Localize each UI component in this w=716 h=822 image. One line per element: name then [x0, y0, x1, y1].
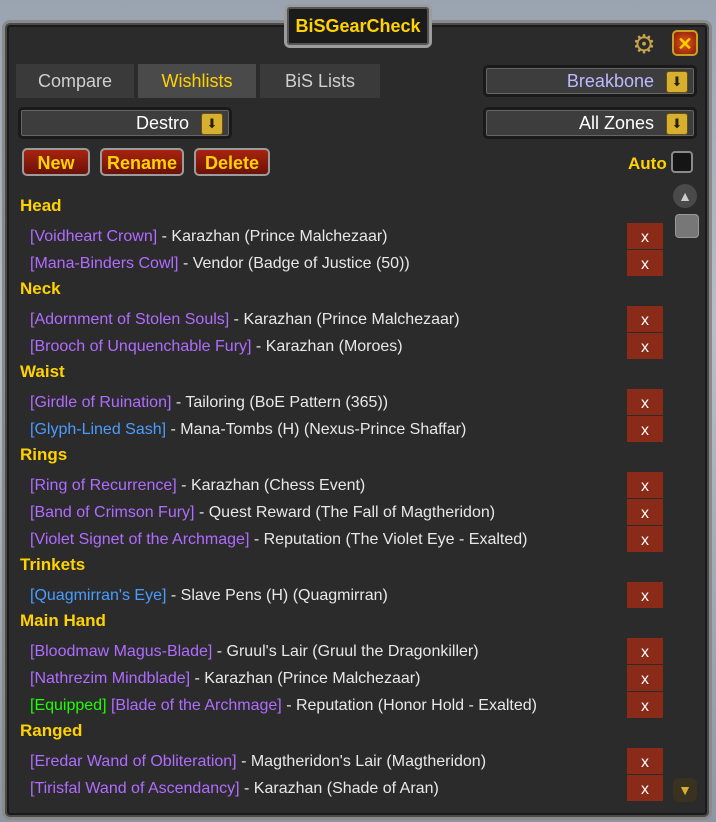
- item-source: - Magtheridon's Lair (Magtheridon): [236, 753, 487, 770]
- close-button[interactable]: ✕: [672, 30, 698, 56]
- wishlist-row: [Girdle of Ruination] - Tailoring (BoE P…: [20, 389, 663, 416]
- wishlist-row: [Mana-Binders Cowl] - Vendor (Badge of J…: [20, 250, 663, 277]
- item-source: - Mana-Tombs (H) (Nexus-Prince Shaffar): [166, 421, 467, 438]
- wishlist-row: [Equipped] [Blade of the Archmage] - Rep…: [20, 692, 663, 719]
- remove-item-button[interactable]: x: [627, 333, 663, 359]
- auto-label: Auto: [628, 154, 667, 173]
- remove-item-button[interactable]: x: [627, 416, 663, 442]
- category-header: Neck: [20, 279, 61, 298]
- wishlist-row: [Nathrezim Mindblade] - Karazhan (Prince…: [20, 665, 663, 692]
- wishlist-row: [Band of Crimson Fury] - Quest Reward (T…: [20, 499, 663, 526]
- category-header: Main Hand: [20, 611, 106, 630]
- item-link[interactable]: [Bloodmaw Magus-Blade]: [30, 643, 212, 660]
- tab-wishlists[interactable]: Wishlists: [138, 64, 256, 98]
- item-source: - Slave Pens (H) (Quagmirran): [166, 587, 388, 604]
- category-header: Waist: [20, 362, 65, 381]
- category-header: Ranged: [20, 721, 83, 740]
- wishlist-row: [Adornment of Stolen Souls] - Karazhan (…: [20, 306, 663, 333]
- settings-gear-icon[interactable]: ⚙: [630, 30, 658, 58]
- item-source: - Karazhan (Chess Event): [176, 477, 366, 494]
- remove-item-button[interactable]: x: [627, 389, 663, 415]
- wishlist-row: [Eredar Wand of Obliteration] - Magtheri…: [20, 748, 663, 775]
- item-source: - Gruul's Lair (Gruul the Dragonkiller): [212, 643, 479, 660]
- item-link[interactable]: [Girdle of Ruination]: [30, 394, 171, 411]
- item-link[interactable]: [Glyph-Lined Sash]: [30, 421, 166, 438]
- remove-item-button[interactable]: x: [627, 223, 663, 249]
- item-link[interactable]: [Voidheart Crown]: [30, 228, 157, 245]
- category-header: Head: [20, 196, 62, 215]
- remove-item-button[interactable]: x: [627, 526, 663, 552]
- remove-item-button[interactable]: x: [627, 472, 663, 498]
- wishlist-dropdown[interactable]: Destro ⬇: [18, 107, 232, 139]
- delete-button[interactable]: Delete: [194, 148, 270, 176]
- wishlist-row: [Glyph-Lined Sash] - Mana-Tombs (H) (Nex…: [20, 416, 663, 443]
- remove-item-button[interactable]: x: [627, 638, 663, 664]
- dropdown-arrow-icon[interactable]: ⬇: [666, 113, 688, 135]
- remove-item-button[interactable]: x: [627, 582, 663, 608]
- wishlist-items: Head [Voidheart Crown] - Karazhan (Prince…: [20, 194, 663, 802]
- item-link[interactable]: [Adornment of Stolen Souls]: [30, 311, 229, 328]
- wishlist-row: [Bloodmaw Magus-Blade] - Gruul's Lair (G…: [20, 638, 663, 665]
- item-link[interactable]: [Brooch of Unquenchable Fury]: [30, 338, 251, 355]
- item-source: - Tailoring (BoE Pattern (365)): [171, 394, 389, 411]
- wishlist-row: [Brooch of Unquenchable Fury] - Karazhan…: [20, 333, 663, 360]
- scroll-up-icon[interactable]: ▲: [673, 184, 697, 208]
- wishlist-row: [Ring of Recurrence] - Karazhan (Chess E…: [20, 472, 663, 499]
- wishlist-row: [Voidheart Crown] - Karazhan (Prince Mal…: [20, 223, 663, 250]
- dropdown-arrow-icon[interactable]: ⬇: [666, 71, 688, 93]
- item-link[interactable]: [Violet Signet of the Archmage]: [30, 531, 249, 548]
- item-link[interactable]: [Band of Crimson Fury]: [30, 504, 195, 521]
- auto-checkbox[interactable]: [671, 151, 693, 173]
- remove-item-button[interactable]: x: [627, 692, 663, 718]
- item-link[interactable]: [Ring of Recurrence]: [30, 477, 177, 494]
- category-header: Trinkets: [20, 555, 86, 574]
- rename-button[interactable]: Rename: [100, 148, 184, 176]
- item-source: - Reputation (The Violet Eye - Exalted): [249, 531, 528, 548]
- wishlist-row: [Violet Signet of the Archmage] - Reputa…: [20, 526, 663, 553]
- item-link[interactable]: [Eredar Wand of Obliteration]: [30, 753, 237, 770]
- remove-item-button[interactable]: x: [627, 250, 663, 276]
- item-source: - Vendor (Badge of Justice (50)): [178, 255, 410, 272]
- window-title: BiSGearCheck: [284, 4, 432, 48]
- scroll-down-icon[interactable]: ▼: [673, 778, 697, 802]
- item-source: - Quest Reward (The Fall of Magtheridon): [194, 504, 496, 521]
- remove-item-button[interactable]: x: [627, 748, 663, 774]
- wishlist-row: [Tirisfal Wand of Ascendancy] - Karazhan…: [20, 775, 663, 802]
- remove-item-button[interactable]: x: [627, 499, 663, 525]
- item-link[interactable]: [Blade of the Archmage]: [111, 697, 282, 714]
- item-source: - Karazhan (Shade of Aran): [239, 780, 439, 797]
- wishlist-row: [Quagmirran's Eye] - Slave Pens (H) (Qua…: [20, 582, 663, 609]
- item-source: - Karazhan (Prince Malchezaar): [190, 670, 421, 687]
- remove-item-button[interactable]: x: [627, 665, 663, 691]
- category-header: Rings: [20, 445, 68, 464]
- remove-item-button[interactable]: x: [627, 306, 663, 332]
- wishlist-dropdown-value: Destro: [135, 113, 189, 133]
- zone-dropdown[interactable]: All Zones ⬇: [483, 107, 697, 139]
- dropdown-arrow-icon[interactable]: ⬇: [201, 113, 223, 135]
- item-source: - Karazhan (Moroes): [251, 338, 403, 355]
- item-link[interactable]: [Quagmirran's Eye]: [30, 587, 166, 604]
- remove-item-button[interactable]: x: [627, 775, 663, 801]
- character-dropdown-value: Breakbone: [566, 71, 654, 91]
- item-link[interactable]: [Mana-Binders Cowl]: [30, 255, 179, 272]
- item-source: - Karazhan (Prince Malchezaar): [229, 311, 460, 328]
- tab-bis-lists[interactable]: BiS Lists: [260, 64, 380, 98]
- item-source: - Reputation (Honor Hold - Exalted): [281, 697, 537, 714]
- scrollbar-thumb[interactable]: [675, 214, 699, 238]
- equipped-tag: [Equipped]: [30, 697, 107, 714]
- item-source: - Karazhan (Prince Malchezaar): [157, 228, 388, 245]
- character-dropdown[interactable]: Breakbone ⬇: [483, 65, 697, 97]
- item-link[interactable]: [Tirisfal Wand of Ascendancy]: [30, 780, 240, 797]
- tab-compare[interactable]: Compare: [16, 64, 134, 98]
- item-link[interactable]: [Nathrezim Mindblade]: [30, 670, 190, 687]
- new-button[interactable]: New: [22, 148, 90, 176]
- zone-dropdown-value: All Zones: [578, 113, 654, 133]
